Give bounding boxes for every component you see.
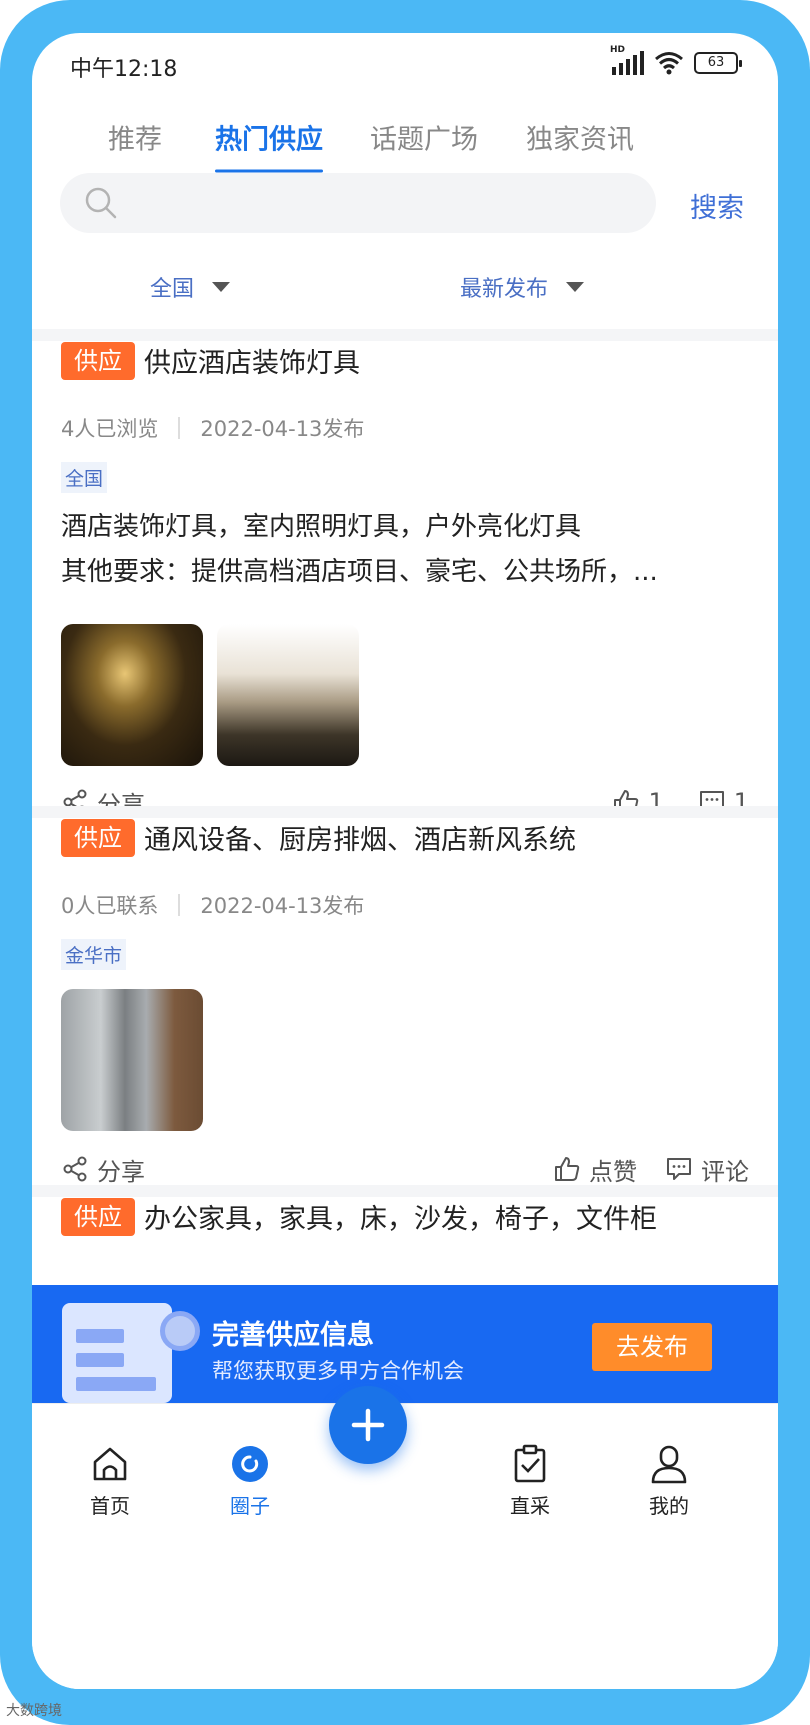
- network-type: HD: [610, 45, 626, 55]
- publish-button[interactable]: 去发布: [592, 1323, 712, 1371]
- nav-home[interactable]: 首页: [70, 1444, 150, 1519]
- watermark: 大数跨境: [6, 1703, 62, 1719]
- tab-topic-square[interactable]: 话题广场: [370, 118, 478, 157]
- post-stat: 0人已联系: [61, 894, 159, 918]
- banner-title: 完善供应信息: [212, 1320, 374, 1351]
- battery-icon: 63: [694, 52, 742, 74]
- nav-circle[interactable]: 圈子: [210, 1444, 290, 1519]
- nav-direct-purchase[interactable]: 直采: [490, 1444, 570, 1519]
- post-date: 2022-04-13发布: [200, 417, 365, 441]
- post-title-row: 供应 供应酒店装饰灯具: [61, 341, 360, 380]
- tab-exclusive-news[interactable]: 独家资讯: [526, 118, 634, 157]
- post-meta: 4人已浏览 2022-04-13发布: [61, 413, 364, 443]
- region-filter-label: 全国: [150, 277, 195, 302]
- sort-filter[interactable]: 最新发布: [460, 271, 585, 303]
- add-button[interactable]: [329, 1386, 407, 1464]
- post-title: 通风设备、厨房排烟、酒店新风系统: [144, 825, 576, 856]
- post-title-row: 供应 通风设备、厨房排烟、酒店新风系统: [61, 818, 576, 857]
- status-time: 中午12:18: [70, 57, 178, 82]
- promo-banner[interactable]: 完善供应信息 帮您获取更多甲方合作机会 去发布: [32, 1285, 778, 1403]
- like-button[interactable]: 点赞: [553, 1152, 637, 1187]
- divider: [32, 329, 778, 341]
- like-label: 点赞: [589, 1157, 637, 1186]
- caret-down-icon: [566, 282, 585, 292]
- bottom-nav: 首页 圈子 直采 我的: [32, 1403, 778, 1689]
- supply-tag: 供应: [61, 818, 135, 857]
- clipboard-check-icon: [514, 1444, 546, 1483]
- share-icon: [63, 1156, 87, 1182]
- tab-hot-supply[interactable]: 热门供应: [215, 118, 323, 173]
- nav-label: 首页: [90, 1494, 130, 1518]
- caret-down-icon: [212, 282, 231, 292]
- filter-bar: 全国 最新发布: [32, 263, 778, 329]
- post-image[interactable]: [61, 624, 203, 766]
- banner-subtitle: 帮您获取更多甲方合作机会: [212, 1359, 464, 1383]
- divider: [32, 1185, 778, 1197]
- region-filter[interactable]: 全国: [150, 271, 231, 303]
- divider: [32, 806, 778, 818]
- plus-icon: [351, 1408, 385, 1442]
- comment-label: 评论: [701, 1157, 749, 1186]
- post-description: 酒店装饰灯具，室内照明灯具，户外亮化灯具 其他要求：提供高档酒店项目、豪宅、公共…: [61, 512, 658, 587]
- post-title: 办公家具，家具，床，沙发，椅子，文件柜: [144, 1204, 657, 1235]
- post-stat: 4人已浏览: [61, 417, 159, 441]
- status-bar: 中午12:18 HD 63: [32, 33, 778, 97]
- ribbon-badge-icon: [160, 1311, 200, 1351]
- post-card[interactable]: 供应 办公家具，家具，床，沙发，椅子，文件柜: [32, 1197, 778, 1285]
- post-title-row: 供应 办公家具，家具，床，沙发，椅子，文件柜: [61, 1197, 657, 1236]
- search-input[interactable]: [60, 173, 656, 233]
- post-image[interactable]: [61, 989, 203, 1131]
- supply-tag: 供应: [61, 341, 135, 380]
- nav-label: 直采: [510, 1494, 550, 1518]
- comment-button[interactable]: 评论: [665, 1152, 749, 1187]
- post-actions: 分享 点赞 评论: [61, 1149, 749, 1189]
- search-button[interactable]: 搜索: [690, 186, 744, 225]
- post-location: 全国: [61, 462, 108, 493]
- nav-label: 圈子: [230, 1494, 270, 1518]
- certificate-illustration: [62, 1303, 200, 1403]
- nav-label: 我的: [649, 1494, 689, 1518]
- home-icon: [93, 1447, 127, 1481]
- user-icon: [651, 1445, 687, 1484]
- nav-mine[interactable]: 我的: [629, 1444, 709, 1519]
- wifi-icon: [655, 52, 683, 75]
- post-title: 供应酒店装饰灯具: [144, 348, 360, 379]
- post-meta: 0人已联系 2022-04-13发布: [61, 890, 364, 920]
- thumbs-up-icon: [555, 1157, 580, 1181]
- comment-icon: [667, 1158, 691, 1180]
- share-label: 分享: [97, 1157, 145, 1186]
- search-icon: [85, 187, 117, 219]
- status-icons: HD 63: [610, 45, 742, 75]
- share-button[interactable]: 分享: [61, 1152, 145, 1187]
- circle-icon: [232, 1446, 268, 1482]
- post-date: 2022-04-13发布: [200, 894, 365, 918]
- post-image[interactable]: [217, 624, 359, 766]
- sort-filter-label: 最新发布: [460, 277, 549, 302]
- supply-tag: 供应: [61, 1197, 135, 1236]
- tab-recommend[interactable]: 推荐: [108, 118, 162, 157]
- post-location: 金华市: [61, 939, 127, 970]
- post-card[interactable]: 供应 供应酒店装饰灯具 4人已浏览 2022-04-13发布 全国 酒店装饰灯具…: [32, 341, 778, 833]
- app-screen: 中午12:18 HD 63 推荐 热门供应 话题广场 独家资讯 搜索 全国 最新…: [32, 33, 778, 1689]
- signal-icon: HD: [610, 45, 644, 75]
- post-card[interactable]: 供应 通风设备、厨房排烟、酒店新风系统 0人已联系 2022-04-13发布 金…: [32, 818, 778, 1225]
